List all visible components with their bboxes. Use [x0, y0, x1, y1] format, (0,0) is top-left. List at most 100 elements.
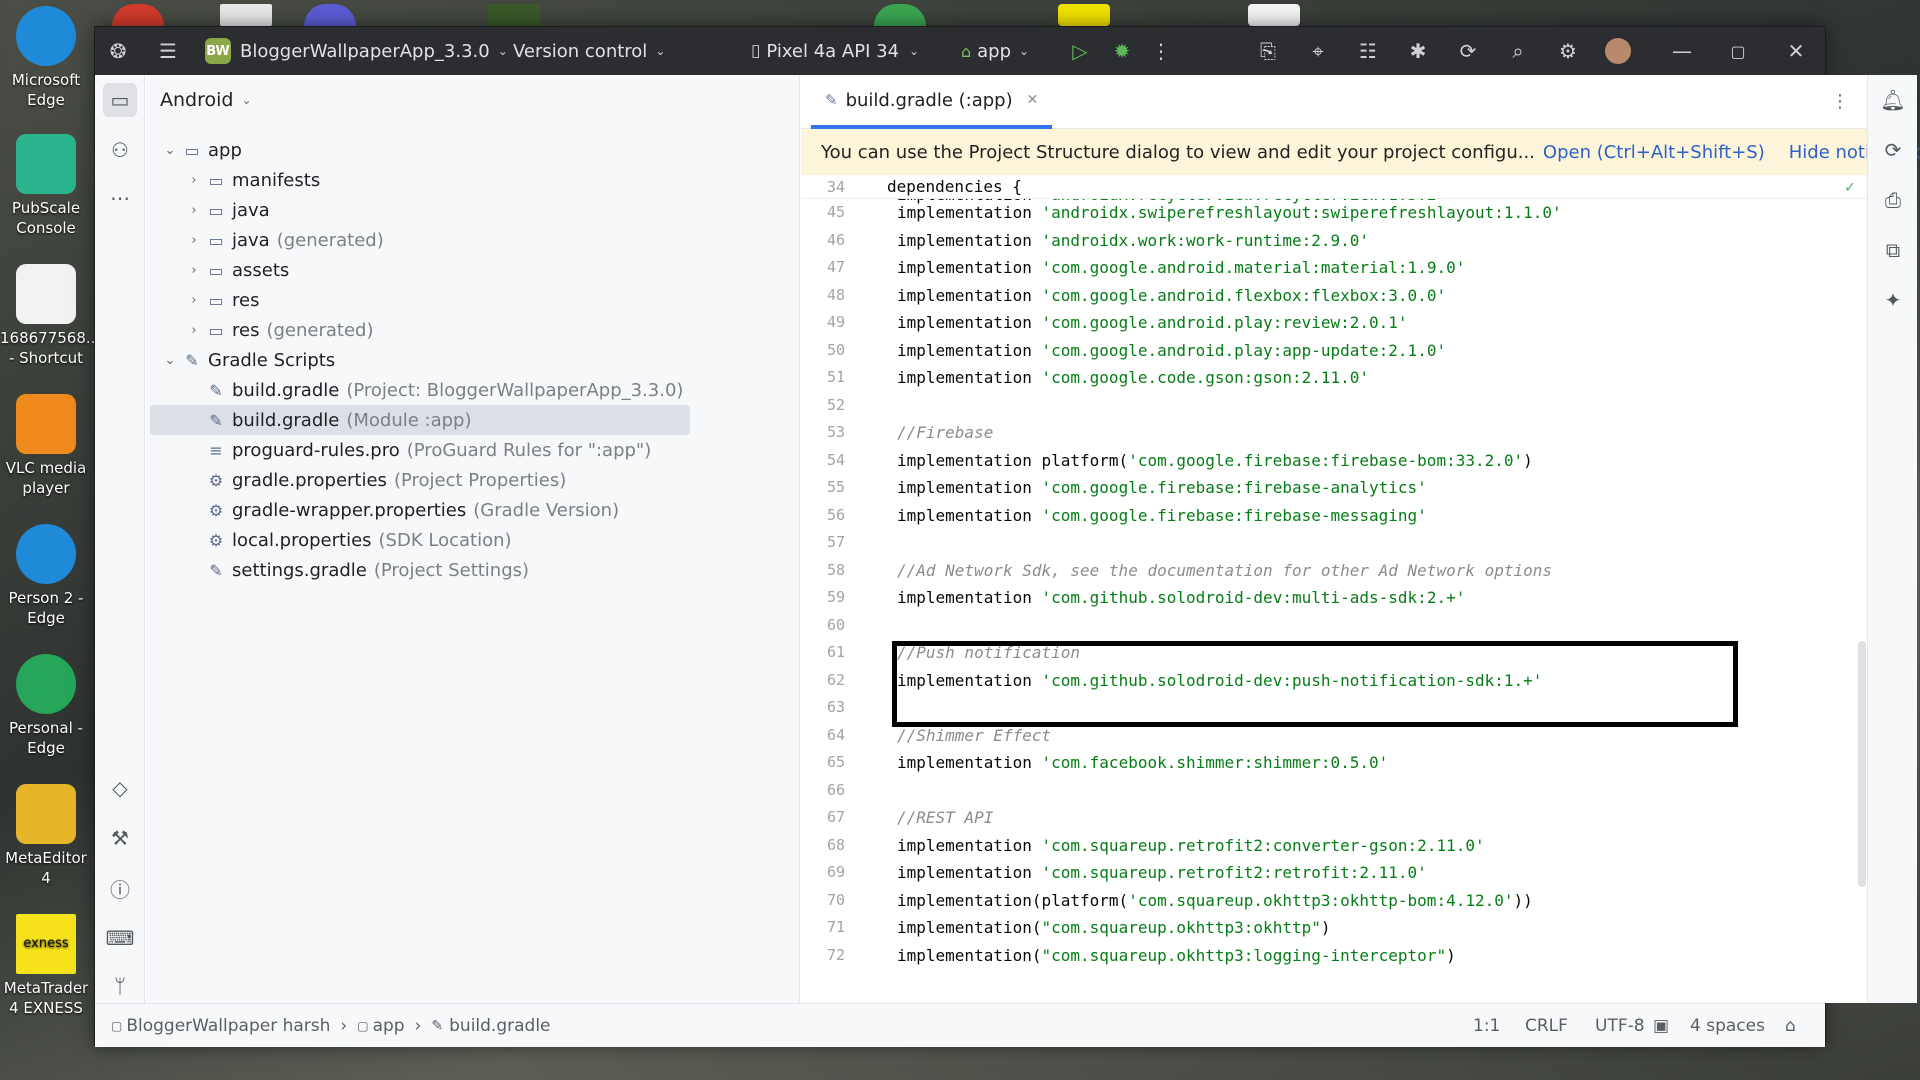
- code-line[interactable]: 56 implementation 'com.google.firebase:fi…: [801, 502, 1867, 529]
- tree-item[interactable]: ⚙ gradle.properties (Project Properties): [146, 465, 566, 495]
- tree-item[interactable]: ⌄ ▭ app: [146, 135, 242, 165]
- code-line[interactable]: 50 implementation 'com.google.android.pla…: [801, 337, 1867, 364]
- run-config-selector[interactable]: ⌂ app ⌄: [961, 27, 1029, 75]
- avatar[interactable]: [1605, 27, 1631, 75]
- tree-item[interactable]: ⌄ ✎ Gradle Scripts: [146, 345, 336, 375]
- code-line[interactable]: 72 implementation("com.squareup.okhttp3:l…: [801, 942, 1867, 969]
- tree-item[interactable]: ✎ build.gradle (Project: BloggerWallpaperA…: [146, 375, 683, 405]
- code-line[interactable]: 60: [801, 612, 1867, 639]
- file-encoding[interactable]: UTF-8: [1595, 1004, 1645, 1048]
- desktop-icon[interactable]: MetaEditor 4: [0, 784, 92, 888]
- tree-item[interactable]: ✎ build.gradle (Module :app): [150, 405, 690, 435]
- gradle-panel-icon[interactable]: ⟳: [1876, 133, 1910, 167]
- code-line[interactable]: 59 implementation 'com.github.solodroid-d…: [801, 584, 1867, 611]
- desktop-icon[interactable]: Person 2 - Edge: [0, 524, 92, 628]
- debug-button[interactable]: ✹: [1109, 27, 1135, 75]
- settings-gear-icon[interactable]: ⚙: [1555, 27, 1581, 75]
- tree-item[interactable]: ⚙ gradle-wrapper.properties (Gradle Versio…: [146, 495, 619, 525]
- resource-manager-icon[interactable]: ⚇: [103, 133, 137, 167]
- more-actions-icon[interactable]: ⋮: [1151, 27, 1171, 75]
- code-line[interactable]: 57: [801, 529, 1867, 556]
- caret-position[interactable]: 1:1: [1473, 1004, 1500, 1048]
- readonly-toggle-icon[interactable]: ▣: [1653, 1004, 1669, 1048]
- maximize-button[interactable]: ▢: [1725, 27, 1751, 75]
- breadcrumb-module[interactable]: app: [373, 1016, 405, 1036]
- code-line[interactable]: 52: [801, 392, 1867, 419]
- close-window-button[interactable]: ✕: [1783, 27, 1809, 75]
- build-icon[interactable]: ⚒: [103, 821, 137, 855]
- no-issues-check-icon[interactable]: ✓: [1845, 175, 1855, 199]
- breadcrumb-file[interactable]: build.gradle: [449, 1016, 550, 1036]
- line-separator[interactable]: CRLF: [1525, 1004, 1568, 1048]
- git-branch-icon[interactable]: ᛘ: [103, 969, 137, 1003]
- desktop-icon[interactable]: Personal - Edge: [0, 654, 92, 758]
- desktop-icon[interactable]: 168677568... - Shortcut: [0, 264, 100, 368]
- structure-icon[interactable]: ☷: [1355, 27, 1381, 75]
- chevron-right-icon[interactable]: ›: [184, 233, 204, 248]
- chevron-right-icon[interactable]: ›: [184, 203, 204, 218]
- main-menu-icon[interactable]: ☰: [155, 27, 181, 75]
- code-line[interactable]: 71 implementation("com.squareup.okhttp3:o…: [801, 914, 1867, 941]
- code-line[interactable]: 58 //Ad Network Sdk, see the documentatio…: [801, 557, 1867, 584]
- device-explorer-icon[interactable]: ⎙: [1876, 183, 1910, 217]
- desktop-icon[interactable]: exness MetaTrader 4 EXNESS: [0, 914, 92, 1018]
- desktop-icon[interactable]: Microsoft Edge: [0, 6, 92, 110]
- project-folder-icon[interactable]: ▭: [103, 83, 137, 117]
- code-line[interactable]: 65 implementation 'com.facebook.shimmer:s…: [801, 749, 1867, 776]
- code-line[interactable]: 53 //Firebase: [801, 419, 1867, 446]
- breadcrumb-project[interactable]: BloggerWallpaper harsh: [126, 1016, 330, 1036]
- tree-item[interactable]: ⚙ local.properties (SDK Location): [146, 525, 512, 555]
- indent-setting[interactable]: 4 spaces: [1690, 1004, 1765, 1048]
- problems-icon[interactable]: ⓘ: [103, 871, 137, 905]
- code-line[interactable]: 47 implementation 'com.google.android.mat…: [801, 254, 1867, 281]
- tree-item[interactable]: › ▭ res (generated): [146, 315, 373, 345]
- close-tab-icon[interactable]: ✕: [1027, 92, 1039, 108]
- search-icon[interactable]: ⌕: [1505, 27, 1531, 75]
- gem-icon[interactable]: ◇: [103, 771, 137, 805]
- open-project-structure-link[interactable]: Open (Ctrl+Alt+Shift+S): [1543, 142, 1765, 163]
- tree-item[interactable]: › ▭ java (generated): [146, 225, 383, 255]
- code-line[interactable]: 66: [801, 777, 1867, 804]
- code-line[interactable]: 49 implementation 'com.google.android.pla…: [801, 309, 1867, 336]
- chevron-down-icon[interactable]: ⌄: [160, 353, 180, 368]
- chevron-right-icon[interactable]: ›: [184, 293, 204, 308]
- minimize-button[interactable]: —: [1669, 27, 1695, 75]
- tree-item[interactable]: › ▭ manifests: [146, 165, 320, 195]
- tree-item[interactable]: › ▭ java: [146, 195, 269, 225]
- code-line[interactable]: 46 implementation 'androidx.work:work-run…: [801, 227, 1867, 254]
- terminal-icon[interactable]: ⌨: [103, 921, 137, 955]
- project-view-selector[interactable]: Android ⌄: [160, 89, 252, 111]
- running-devices-icon[interactable]: ⧉: [1876, 233, 1910, 267]
- code-line[interactable]: 70 implementation(platform('com.squareup.…: [801, 887, 1867, 914]
- device-manager-icon[interactable]: ⎘: [1255, 27, 1281, 75]
- code-line[interactable]: 55 implementation 'com.google.firebase:fi…: [801, 474, 1867, 501]
- tree-item[interactable]: ≡ proguard-rules.pro (ProGuard Rules for "…: [146, 435, 651, 465]
- code-line[interactable]: 48 implementation 'com.google.android.fle…: [801, 282, 1867, 309]
- gemini-sparkle-icon[interactable]: ✦: [1876, 283, 1910, 317]
- version-control-menu[interactable]: Version control ⌄: [513, 27, 665, 75]
- notifications-bell-icon[interactable]: 🔔︎: [1876, 83, 1910, 117]
- chevron-right-icon[interactable]: ›: [184, 263, 204, 278]
- tree-item[interactable]: › ▭ assets: [146, 255, 289, 285]
- desktop-icon[interactable]: VLC media player: [0, 394, 92, 498]
- code-editor[interactable]: 34 dependencies { ✓ 44implementation 'an…: [801, 175, 1867, 975]
- bug-icon[interactable]: ✱: [1405, 27, 1431, 75]
- tab-options-icon[interactable]: ⋮: [1831, 91, 1849, 112]
- tree-item[interactable]: ✎ settings.gradle (Project Settings): [146, 555, 529, 585]
- code-line[interactable]: 54 implementation platform('com.google.fi…: [801, 447, 1867, 474]
- chevron-right-icon[interactable]: ›: [184, 323, 204, 338]
- tab-build-gradle-app[interactable]: ✎ build.gradle (:app) ✕: [811, 75, 1053, 129]
- code-line[interactable]: 51 implementation 'com.google.code.gson:g…: [801, 364, 1867, 391]
- device-selector[interactable]: ▯ Pixel 4a API 34 ⌄: [751, 27, 919, 75]
- lock-icon[interactable]: ⌂: [1785, 1004, 1796, 1048]
- sticky-scope-line[interactable]: 34 dependencies { ✓: [801, 175, 1867, 199]
- code-line[interactable]: 69 implementation 'com.squareup.retrofit2…: [801, 859, 1867, 886]
- more-tools-icon[interactable]: ⋯: [103, 181, 137, 215]
- code-line[interactable]: 67 //REST API: [801, 804, 1867, 831]
- tree-item[interactable]: › ▭ res: [146, 285, 259, 315]
- desktop-icon[interactable]: PubScale Console: [0, 134, 92, 238]
- chevron-right-icon[interactable]: ›: [184, 173, 204, 188]
- chevron-down-icon[interactable]: ⌄: [160, 143, 180, 158]
- run-button[interactable]: ▷: [1067, 27, 1093, 75]
- android-studio-logo-icon[interactable]: ❂: [105, 27, 131, 75]
